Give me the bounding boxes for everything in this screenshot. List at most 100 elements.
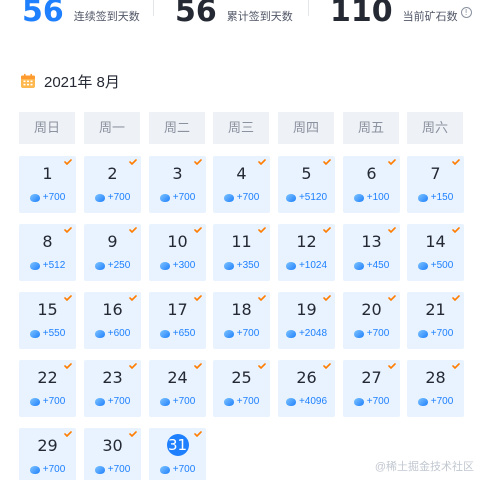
ore-icon bbox=[29, 261, 40, 270]
day-cell[interactable]: 19 +2048 bbox=[278, 292, 335, 349]
day-points: +4096 bbox=[278, 396, 335, 407]
day-cell[interactable]: 13 +450 bbox=[343, 224, 400, 281]
day-points: +700 bbox=[407, 396, 464, 407]
checkmark-icon bbox=[194, 295, 202, 301]
day-cell[interactable]: 29 +700 bbox=[19, 428, 76, 480]
day-points: +700 bbox=[343, 396, 400, 407]
day-cell[interactable]: 22 +700 bbox=[19, 360, 76, 417]
points-value: +700 bbox=[172, 192, 196, 203]
day-points: +500 bbox=[407, 260, 464, 271]
checkmark-icon bbox=[323, 227, 331, 233]
day-cell[interactable]: 5 +5120 bbox=[278, 156, 335, 213]
day-cell[interactable]: 25 +700 bbox=[213, 360, 270, 417]
checkmark-icon bbox=[323, 363, 331, 369]
ore-icon bbox=[417, 261, 428, 270]
day-cell[interactable]: 18 +700 bbox=[213, 292, 270, 349]
checkmark-icon bbox=[452, 159, 460, 165]
day-cell[interactable]: 12 +1024 bbox=[278, 224, 335, 281]
day-cell[interactable]: 15 +550 bbox=[19, 292, 76, 349]
ore-icon bbox=[159, 465, 170, 474]
day-cell[interactable]: 16 +600 bbox=[84, 292, 141, 349]
points-value: +550 bbox=[42, 328, 66, 339]
ore-icon bbox=[285, 397, 296, 406]
checkmark-icon bbox=[323, 159, 331, 165]
day-points: +700 bbox=[84, 396, 141, 407]
checkmark-icon bbox=[129, 227, 137, 233]
day-points: +150 bbox=[407, 192, 464, 203]
points-value: +250 bbox=[107, 260, 131, 271]
day-number: 16 bbox=[102, 300, 123, 319]
day-points: +2048 bbox=[278, 328, 335, 339]
ore-icon bbox=[159, 397, 170, 406]
day-number: 5 bbox=[301, 164, 312, 183]
ore-icon bbox=[223, 193, 234, 202]
points-value: +700 bbox=[430, 396, 454, 407]
day-cell[interactable]: 20 +700 bbox=[343, 292, 400, 349]
weekday-mon: 周一 bbox=[84, 112, 140, 144]
stat-label: 当前矿石数 bbox=[402, 11, 458, 23]
ore-icon bbox=[29, 329, 40, 338]
day-cell[interactable]: 30 +700 bbox=[84, 428, 141, 480]
day-points: +300 bbox=[149, 260, 206, 271]
day-points: +700 bbox=[213, 396, 270, 407]
ore-icon bbox=[223, 397, 234, 406]
day-number: 21 bbox=[425, 300, 446, 319]
points-value: +600 bbox=[107, 328, 131, 339]
day-number: 4 bbox=[236, 164, 247, 183]
day-number: 23 bbox=[102, 368, 123, 387]
month-header: 2021年 8月 bbox=[20, 70, 120, 92]
day-points: +700 bbox=[19, 396, 76, 407]
points-value: +700 bbox=[107, 192, 131, 203]
checkmark-icon bbox=[388, 363, 396, 369]
day-points: +700 bbox=[407, 328, 464, 339]
day-cell[interactable]: 27 +700 bbox=[343, 360, 400, 417]
day-number: 30 bbox=[102, 436, 123, 455]
day-cell[interactable]: 10 +300 bbox=[149, 224, 206, 281]
day-cell[interactable]: 8 +512 bbox=[19, 224, 76, 281]
day-cell[interactable]: 4 +700 bbox=[213, 156, 270, 213]
points-value: +700 bbox=[366, 396, 390, 407]
points-value: +100 bbox=[366, 192, 390, 203]
day-cell[interactable]: 1 +700 bbox=[19, 156, 76, 213]
day-cell[interactable]: 7 +150 bbox=[407, 156, 464, 213]
checkmark-icon bbox=[452, 363, 460, 369]
day-number: 10 bbox=[167, 232, 188, 251]
info-icon[interactable]: ! bbox=[460, 6, 472, 18]
points-value: +700 bbox=[236, 396, 260, 407]
stat-label: 累计签到天数 bbox=[226, 11, 293, 23]
checkmark-icon bbox=[129, 295, 137, 301]
day-cell[interactable]: 26 +4096 bbox=[278, 360, 335, 417]
ore-icon bbox=[159, 329, 170, 338]
ore-icon bbox=[94, 465, 105, 474]
day-cell[interactable]: 2 +700 bbox=[84, 156, 141, 213]
day-cell[interactable]: 21 +700 bbox=[407, 292, 464, 349]
points-value: +4096 bbox=[298, 396, 328, 407]
checkmark-icon bbox=[388, 295, 396, 301]
weekday-tue: 周二 bbox=[149, 112, 205, 144]
points-value: +700 bbox=[366, 328, 390, 339]
day-cell[interactable]: 28 +700 bbox=[407, 360, 464, 417]
day-cell[interactable]: 23 +700 bbox=[84, 360, 141, 417]
day-number: 9 bbox=[107, 232, 118, 251]
checkmark-icon bbox=[194, 363, 202, 369]
day-cell[interactable]: 3 +700 bbox=[149, 156, 206, 213]
weekday-fri: 周五 bbox=[343, 112, 399, 144]
stat-ore-count: 110 当前矿石数 ! bbox=[330, 0, 472, 32]
day-number: 6 bbox=[366, 164, 377, 183]
day-cell[interactable]: 14 +500 bbox=[407, 224, 464, 281]
day-number: 3 bbox=[172, 164, 183, 183]
day-cell[interactable]: 11 +350 bbox=[213, 224, 270, 281]
day-cell[interactable]: 31 +700 bbox=[149, 428, 206, 480]
day-number: 14 bbox=[425, 232, 446, 251]
day-cell[interactable]: 24 +700 bbox=[149, 360, 206, 417]
day-number: 27 bbox=[361, 368, 382, 387]
checkmark-icon bbox=[258, 295, 266, 301]
checkmark-icon bbox=[258, 159, 266, 165]
day-points: +512 bbox=[19, 260, 76, 271]
day-cell[interactable]: 17 +650 bbox=[149, 292, 206, 349]
points-value: +2048 bbox=[298, 328, 328, 339]
day-cell[interactable]: 9 +250 bbox=[84, 224, 141, 281]
day-cell[interactable]: 6 +100 bbox=[343, 156, 400, 213]
points-value: +350 bbox=[236, 260, 260, 271]
checkmark-icon bbox=[388, 227, 396, 233]
